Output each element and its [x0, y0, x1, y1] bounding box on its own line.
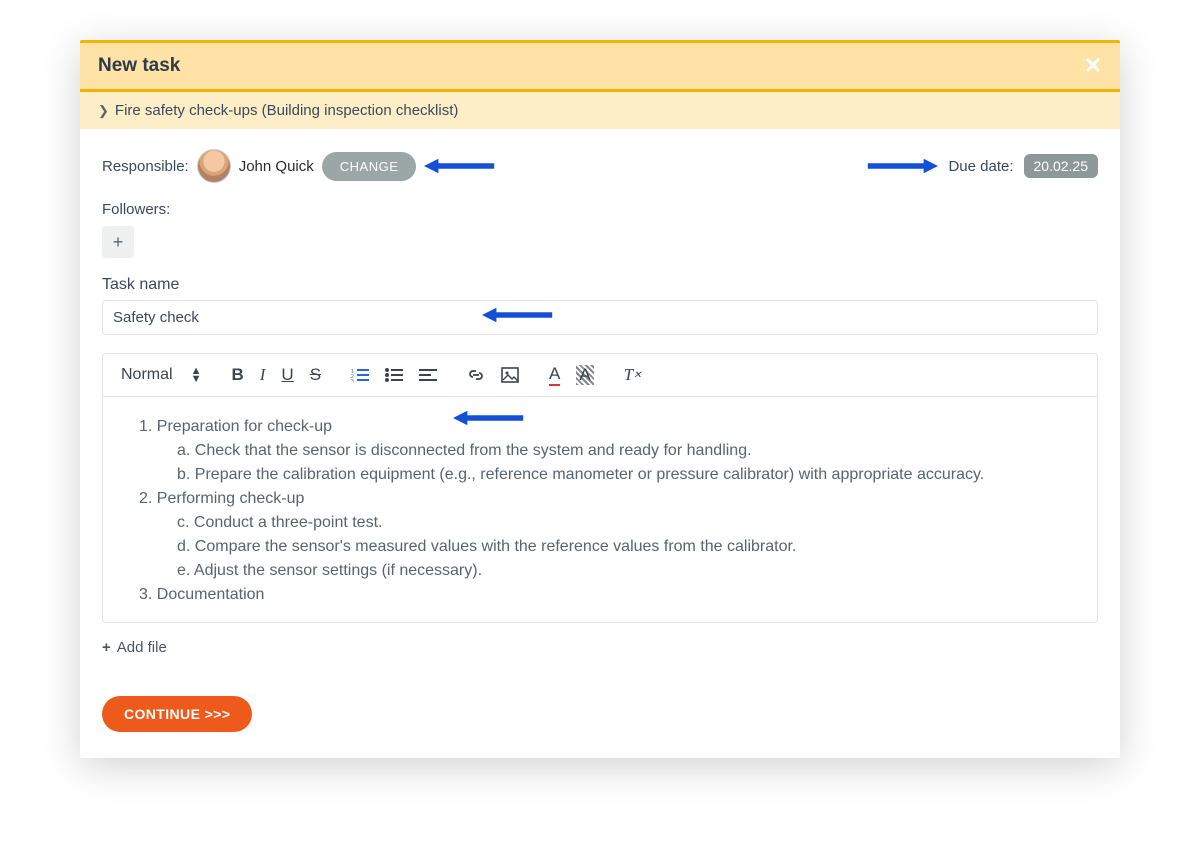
svg-text:3: 3	[351, 379, 354, 382]
breadcrumb[interactable]: ❯ Fire safety check-ups (Building inspec…	[80, 92, 1120, 129]
strikethrough-button[interactable]: S	[310, 365, 321, 385]
change-button[interactable]: CHANGE	[322, 152, 417, 181]
responsible-name: John Quick	[239, 158, 314, 175]
text-color-button[interactable]: A	[549, 364, 560, 386]
image-button[interactable]	[501, 367, 519, 383]
sort-arrows-icon: ▲▼	[191, 367, 202, 383]
annotation-arrow-right	[866, 157, 938, 175]
highlight-button[interactable]: A	[576, 365, 593, 385]
list-item: 3. Documentation	[139, 583, 1073, 607]
add-follower-button[interactable]: +	[102, 226, 134, 258]
rich-text-editor: Normal ▲▼ B I U S 123	[102, 353, 1098, 623]
modal-title: New task	[98, 55, 180, 77]
editor-toolbar: Normal ▲▼ B I U S 123	[103, 354, 1097, 397]
list-item: b. Prepare the calibration equipment (e.…	[139, 463, 1073, 487]
list-item: 1. Preparation for check-up	[139, 415, 1073, 439]
modal-body: Responsible: John Quick CHANGE Due date:…	[80, 129, 1120, 758]
task-name-label: Task name	[102, 276, 1098, 294]
responsible-row: Responsible: John Quick CHANGE Due date:…	[102, 149, 1098, 183]
annotation-arrow-left	[453, 409, 525, 427]
list-item: a. Check that the sensor is disconnected…	[139, 439, 1073, 463]
due-date-label: Due date:	[948, 158, 1013, 175]
task-name-input[interactable]	[102, 300, 1098, 335]
bullet-list-button[interactable]	[385, 368, 403, 382]
list-item: e. Adjust the sensor settings (if necess…	[139, 559, 1073, 583]
followers-label: Followers:	[102, 201, 1098, 218]
format-select-value: Normal	[121, 366, 173, 384]
list-item: 2. Performing check-up	[139, 487, 1073, 511]
clear-format-button[interactable]: T✕	[624, 365, 642, 385]
underline-button[interactable]: U	[281, 365, 293, 385]
bold-button[interactable]: B	[231, 365, 243, 385]
annotation-arrow-left	[482, 306, 554, 324]
list-item: c. Conduct a three-point test.	[139, 511, 1073, 535]
annotation-arrow-left	[424, 157, 496, 175]
editor-content[interactable]: 1. Preparation for check-up a. Check tha…	[103, 397, 1097, 622]
ordered-list-button[interactable]: 123	[351, 368, 369, 382]
add-file-button[interactable]: + Add file	[102, 639, 1098, 656]
link-button[interactable]	[467, 367, 485, 383]
close-icon[interactable]: ✕	[1084, 53, 1102, 79]
new-task-modal: New task ✕ ❯ Fire safety check-ups (Buil…	[80, 40, 1120, 758]
align-button[interactable]	[419, 368, 437, 382]
chevron-right-icon: ❯	[98, 103, 109, 119]
plus-icon: +	[102, 639, 111, 656]
modal-header: New task ✕	[80, 40, 1120, 92]
responsible-label: Responsible:	[102, 158, 189, 175]
breadcrumb-text: Fire safety check-ups (Building inspecti…	[115, 102, 458, 119]
avatar[interactable]	[197, 149, 231, 183]
list-item: d. Compare the sensor's measured values …	[139, 535, 1073, 559]
add-file-label: Add file	[117, 639, 167, 656]
due-date-group: Due date: 20.02.25	[866, 154, 1098, 178]
due-date-value[interactable]: 20.02.25	[1024, 154, 1099, 178]
format-select[interactable]: Normal ▲▼	[121, 366, 201, 384]
followers-row: Followers: +	[102, 201, 1098, 258]
italic-button[interactable]: I	[260, 365, 266, 385]
continue-button[interactable]: CONTINUE >>>	[102, 696, 252, 732]
